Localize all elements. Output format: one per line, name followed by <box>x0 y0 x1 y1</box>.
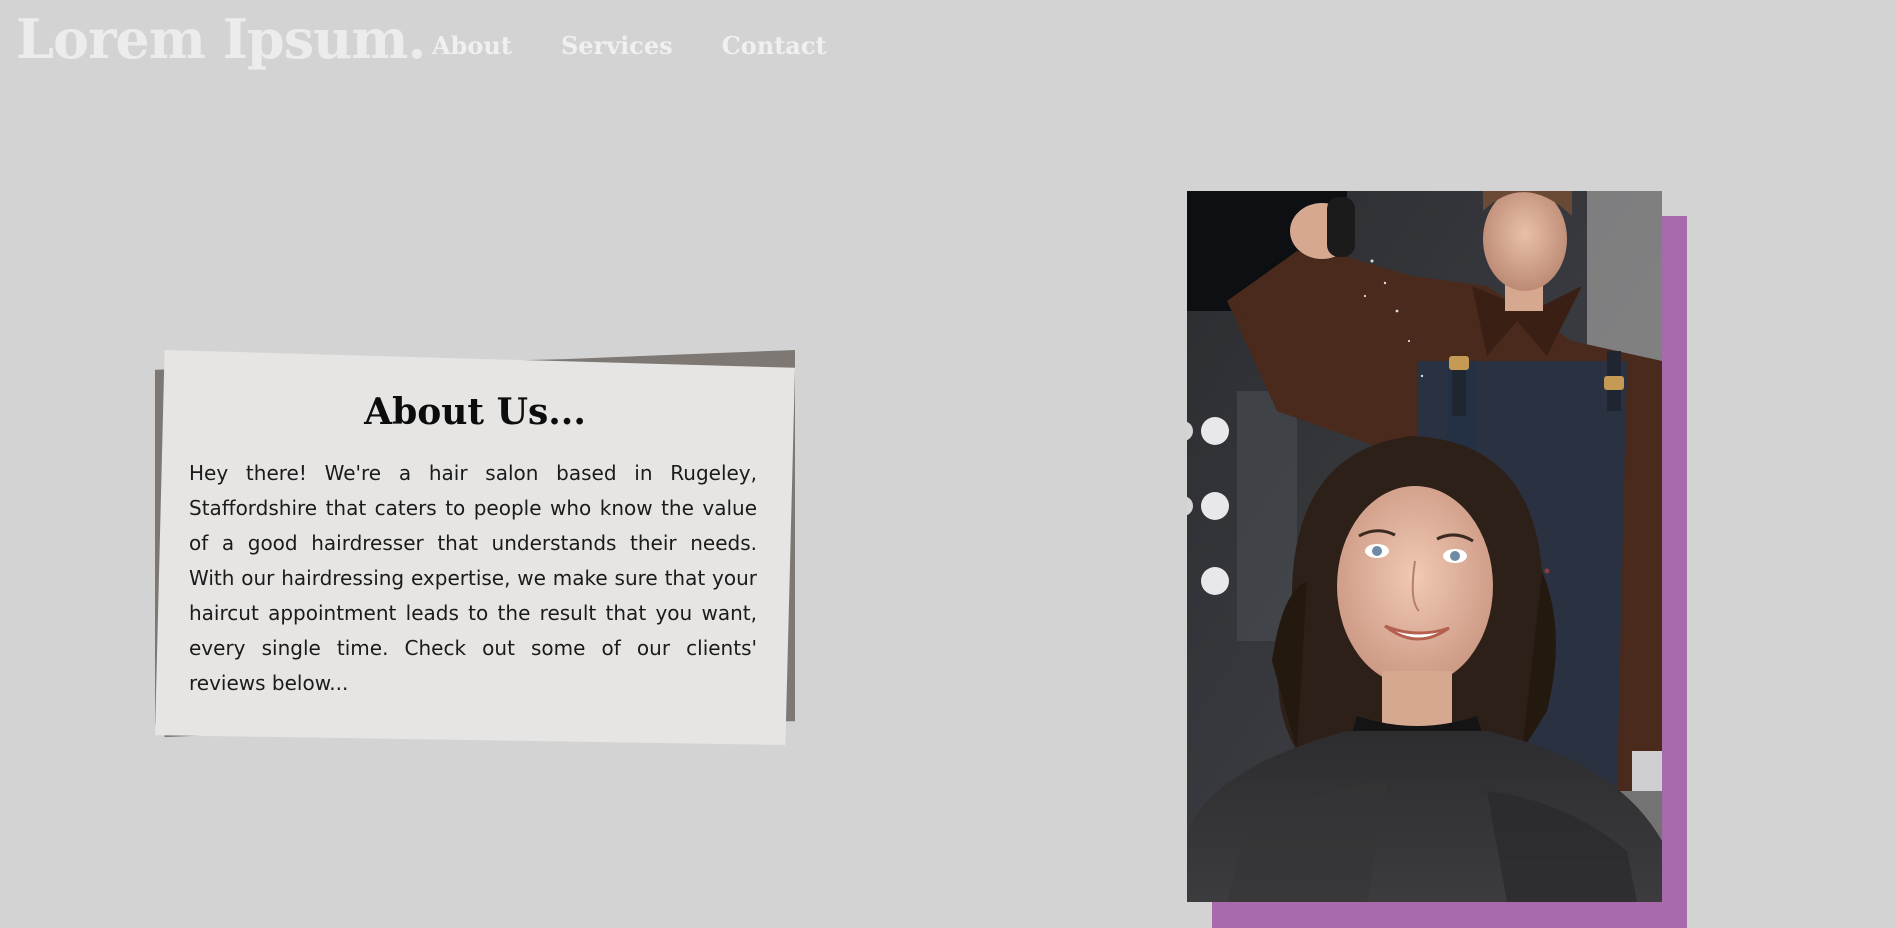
nav-link-about[interactable]: About <box>432 34 512 58</box>
brand-logo[interactable]: Lorem Ipsum. <box>16 12 426 66</box>
about-body: Hey there! We're a hair salon based in R… <box>189 461 757 695</box>
salon-photo-figure <box>1187 191 1687 928</box>
salon-photo <box>1187 191 1662 902</box>
about-card: About Us... Hey there! We're a hair salo… <box>155 350 795 745</box>
about-title: About Us... <box>364 391 586 433</box>
salon-photo-illustration <box>1187 191 1662 902</box>
main-nav: About Services Contact <box>432 34 827 58</box>
nav-link-contact[interactable]: Contact <box>722 34 827 58</box>
nav-link-services[interactable]: Services <box>561 34 673 58</box>
page: Lorem Ipsum. About Services Contact Abou… <box>0 0 1896 928</box>
